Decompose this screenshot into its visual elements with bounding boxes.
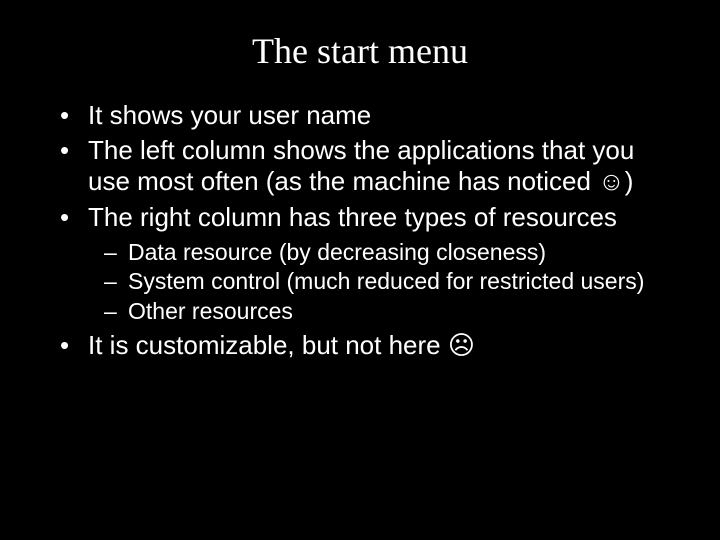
list-item: Data resource (by decreasing closeness) [110, 239, 680, 267]
slide-title: The start menu [40, 30, 680, 72]
sub-bullet-text: Other resources [128, 298, 293, 324]
list-item: It shows your user name [68, 100, 680, 131]
list-item: Other resources [110, 298, 680, 326]
list-item: System control (much reduced for restric… [110, 268, 680, 296]
bullet-text: It is customizable, but not here ☹ [88, 330, 475, 360]
bullet-text: It shows your user name [88, 100, 371, 130]
sub-bullet-text: System control (much reduced for restric… [128, 268, 644, 294]
list-item: The left column shows the applications t… [68, 135, 680, 197]
bullet-text: The left column shows the applications t… [88, 135, 634, 196]
sub-bullet-list: Data resource (by decreasing closeness) … [88, 239, 680, 326]
bullet-list: It shows your user name The left column … [40, 100, 680, 361]
sub-bullet-text: Data resource (by decreasing closeness) [128, 239, 546, 265]
bullet-text: The right column has three types of reso… [88, 202, 617, 232]
slide: The start menu It shows your user name T… [0, 0, 720, 540]
list-item: The right column has three types of reso… [68, 202, 680, 326]
list-item: It is customizable, but not here ☹ [68, 330, 680, 361]
